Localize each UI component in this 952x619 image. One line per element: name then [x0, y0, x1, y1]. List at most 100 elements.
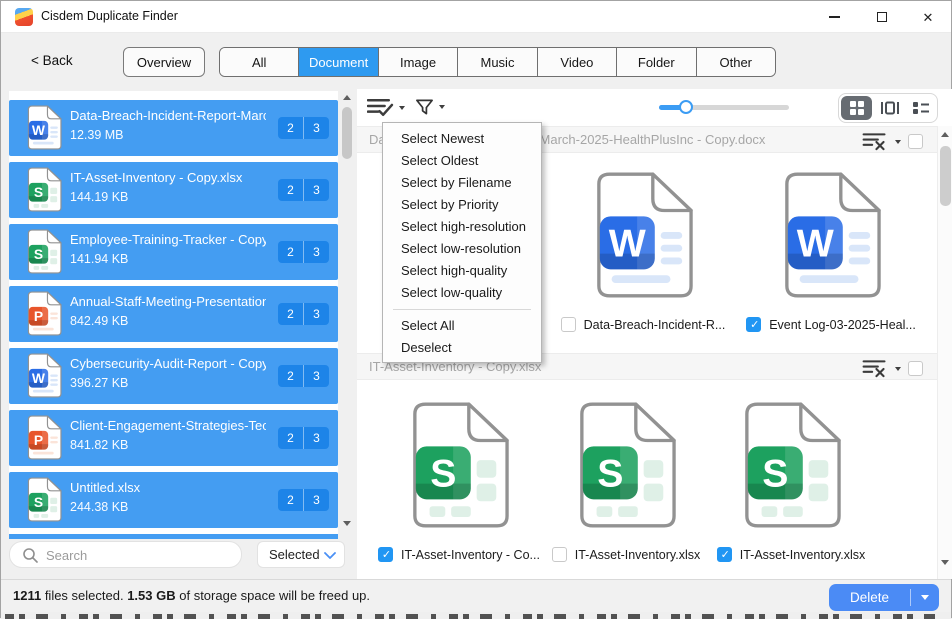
file-name: Untitled.xlsx — [70, 480, 266, 495]
scroll-up-icon[interactable] — [343, 95, 351, 100]
delete-options-caret[interactable] — [911, 595, 939, 600]
category-tabs: All Document Image Music Video Folder Ot… — [219, 47, 776, 77]
list-item[interactable]: Untitled.xlsx 244.38 KB 2 3 — [9, 472, 338, 528]
duplicate-count-badges[interactable]: 2 3 — [278, 179, 329, 201]
total-count-badge: 3 — [303, 179, 329, 201]
dropdown-caret-icon[interactable] — [895, 367, 901, 371]
status-text: 1211 files selected. 1.53 GB of storage … — [13, 588, 370, 603]
list-view-button[interactable] — [906, 94, 937, 122]
search-input[interactable] — [44, 544, 233, 567]
clipped-text-artifact — [5, 614, 935, 619]
scroll-down-icon[interactable] — [941, 560, 949, 565]
checklist-select-icon — [367, 97, 394, 118]
tab-folder[interactable]: Folder — [617, 48, 696, 76]
excel-file-icon — [26, 167, 62, 212]
file-checkbox[interactable] — [746, 317, 761, 332]
search-box[interactable] — [9, 541, 242, 568]
chevron-down-icon — [324, 552, 336, 559]
file-tile[interactable]: IT-Asset-Inventory.xlsx — [536, 401, 716, 562]
content-scrollbar[interactable] — [937, 126, 952, 579]
list-item[interactable]: Data-Breach-Incident-Report-Marc... 12.3… — [9, 100, 338, 156]
duplicate-count-badges[interactable]: 2 3 — [278, 365, 329, 387]
filter-button[interactable] — [415, 98, 445, 116]
menu-item-select-all[interactable]: Select All — [383, 315, 541, 337]
file-checkbox[interactable] — [717, 547, 732, 562]
duplicate-count-badges[interactable]: 2 3 — [278, 241, 329, 263]
duplicate-count-badges[interactable]: 2 3 — [278, 303, 329, 325]
overview-button[interactable]: Overview — [123, 47, 205, 77]
file-tile[interactable]: Data-Breach-Incident-R... — [553, 171, 733, 332]
menu-item-select-newest[interactable]: Select Newest — [383, 128, 541, 150]
back-button[interactable]: < Back — [31, 53, 73, 68]
tab-music[interactable]: Music — [458, 48, 537, 76]
word-file-icon — [26, 105, 62, 150]
powerpoint-file-icon — [26, 415, 62, 460]
selected-count-badge: 2 — [278, 179, 303, 201]
word-file-icon — [780, 171, 882, 299]
list-item[interactable]: Annual-Staff-Meeting-Presentation... 842… — [9, 286, 338, 342]
delete-button[interactable]: Delete — [829, 584, 939, 611]
file-tile[interactable]: IT-Asset-Inventory - Co... — [369, 401, 549, 562]
file-tile[interactable]: Event Log-03-2025-Heal... — [741, 171, 921, 332]
preview-view-button[interactable] — [874, 94, 905, 122]
list-item[interactable]: Cybersecurity-Audit-Report - Copy.... 39… — [9, 348, 338, 404]
selected-filter-dropdown[interactable]: Selected — [257, 541, 345, 568]
title-bar: Cisdem Duplicate Finder ✕ — [1, 1, 951, 33]
maximize-button[interactable] — [859, 1, 905, 33]
selected-count-badge: 2 — [278, 427, 303, 449]
file-size: 141.94 KB — [70, 252, 128, 266]
menu-item-select-by-filename[interactable]: Select by Filename — [383, 172, 541, 194]
top-toolbar: < Back Overview All Document Image Music… — [1, 33, 951, 89]
tab-document[interactable]: Document — [299, 48, 378, 76]
scrollbar-thumb[interactable] — [342, 107, 352, 159]
tab-other[interactable]: Other — [697, 48, 775, 76]
menu-item-deselect[interactable]: Deselect — [383, 337, 541, 359]
scroll-up-icon[interactable] — [941, 132, 949, 137]
menu-item-select-low-resolution[interactable]: Select low-resolution — [383, 238, 541, 260]
group-checkbox[interactable] — [908, 134, 923, 149]
group-checkbox[interactable] — [908, 361, 923, 376]
menu-item-select-high-resolution[interactable]: Select high-resolution — [383, 216, 541, 238]
tab-image[interactable]: Image — [379, 48, 458, 76]
close-button[interactable]: ✕ — [905, 1, 951, 33]
scrollbar-thumb[interactable] — [940, 146, 951, 206]
menu-item-select-high-quality[interactable]: Select high-quality — [383, 260, 541, 282]
dropdown-caret-icon[interactable] — [895, 140, 901, 144]
menu-item-select-by-priority[interactable]: Select by Priority — [383, 194, 541, 216]
file-checkbox[interactable] — [378, 547, 393, 562]
duplicate-count-badges[interactable]: 2 3 — [278, 117, 329, 139]
deselect-list-icon[interactable] — [862, 359, 888, 378]
close-icon: ✕ — [923, 11, 934, 24]
file-checkbox[interactable] — [561, 317, 576, 332]
deselect-list-icon[interactable] — [862, 132, 888, 151]
selected-count-badge: 2 — [278, 365, 303, 387]
caret-down-icon — [921, 595, 929, 600]
slider-thumb[interactable] — [679, 100, 693, 114]
excel-file-icon — [408, 401, 510, 529]
selected-files-count: 1211 — [13, 588, 41, 603]
excel-file-icon — [575, 401, 677, 529]
tab-all[interactable]: All — [220, 48, 299, 76]
tab-video[interactable]: Video — [538, 48, 617, 76]
menu-item-select-oldest[interactable]: Select Oldest — [383, 150, 541, 172]
duplicate-count-badges[interactable]: 2 3 — [278, 489, 329, 511]
word-file-icon — [26, 353, 62, 398]
sidebar-scrollbar[interactable] — [341, 91, 354, 533]
thumbnail-zoom-slider[interactable] — [659, 105, 789, 110]
scroll-down-icon[interactable] — [343, 521, 351, 526]
select-menu-button[interactable] — [367, 97, 405, 118]
menu-item-select-low-quality[interactable]: Select low-quality — [383, 282, 541, 304]
file-tile[interactable]: IT-Asset-Inventory.xlsx — [701, 401, 881, 562]
minimize-button[interactable] — [811, 1, 857, 33]
selected-count-badge: 2 — [278, 241, 303, 263]
list-item[interactable]: IT-Asset-Inventory - Copy.xlsx 144.19 KB… — [9, 162, 338, 218]
excel-file-icon — [740, 401, 842, 529]
status-bar: 1211 files selected. 1.53 GB of storage … — [1, 579, 951, 612]
duplicate-count-badges[interactable]: 2 3 — [278, 427, 329, 449]
file-name: Annual-Staff-Meeting-Presentation... — [70, 294, 266, 309]
grid-view-button[interactable] — [841, 96, 872, 120]
file-size: 144.19 KB — [70, 190, 128, 204]
file-checkbox[interactable] — [552, 547, 567, 562]
list-item[interactable]: Employee-Training-Tracker - Copy.... 141… — [9, 224, 338, 280]
list-item[interactable]: Client-Engagement-Strategies-Tech... 841… — [9, 410, 338, 466]
